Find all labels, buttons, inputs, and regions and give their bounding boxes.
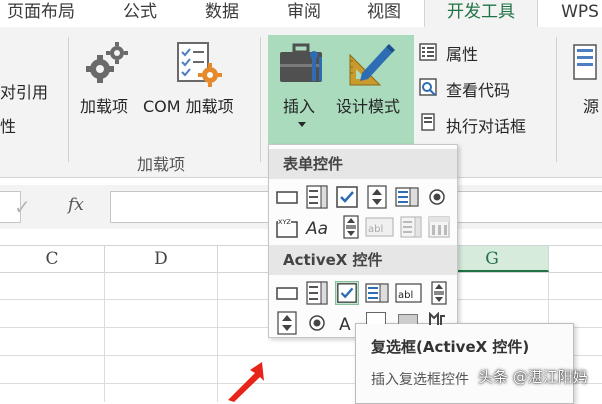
group-separator — [260, 37, 261, 162]
view-code-icon[interactable] — [419, 78, 437, 96]
design-mode-label[interactable]: 设计模式 — [336, 93, 400, 117]
tab-developer[interactable]: 开发工具 — [424, 0, 538, 28]
toolbox-icon — [280, 43, 322, 82]
activex-command-button-icon[interactable] — [275, 281, 299, 305]
activex-image-icon[interactable] — [366, 312, 386, 324]
addins-button[interactable] — [84, 41, 128, 85]
tooltip-description: 插入复选框控件 — [371, 372, 469, 388]
form-scroll-bar-icon[interactable] — [339, 215, 363, 239]
group-separator — [68, 37, 69, 162]
activex-checkbox-icon[interactable] — [335, 281, 359, 305]
activex-text-box-icon[interactable]: abl — [395, 281, 423, 305]
gears-icon — [86, 42, 128, 83]
form-spin-button-icon[interactable] — [365, 185, 389, 209]
ribbon-tab-bar: 页面布局 公式 数据 审阅 视图 开发工具 WPS — [0, 0, 602, 28]
chevron-down-icon[interactable] — [298, 122, 306, 127]
design-mode-button[interactable] — [348, 41, 396, 87]
insert-controls-button[interactable] — [278, 43, 328, 87]
enter-check-icon[interactable]: ✓ — [14, 195, 31, 219]
properties-icon[interactable] — [419, 43, 437, 61]
tab-view[interactable]: 视图 — [352, 0, 416, 27]
ruler-pencil-icon — [349, 44, 395, 86]
group-separator — [556, 37, 557, 162]
addins-label[interactable]: 加载项 — [80, 93, 128, 117]
com-addins-label[interactable]: COM 加载项 — [143, 93, 234, 117]
run-dialog-icon[interactable] — [419, 113, 437, 131]
svg-text:Aa: Aa — [305, 219, 328, 239]
form-option-button-icon[interactable] — [425, 185, 449, 209]
tooltip-title: 复选框(ActiveX 控件) — [371, 338, 530, 356]
form-list-box-icon[interactable] — [395, 185, 419, 209]
tab-wps[interactable]: WPS — [552, 0, 602, 27]
tab-data[interactable]: 数据 — [190, 0, 254, 27]
tab-review[interactable]: 审阅 — [272, 0, 336, 27]
red-arrow-annotation — [228, 362, 264, 402]
column-header-d[interactable]: D — [105, 246, 218, 272]
fx-icon[interactable]: fx — [68, 195, 84, 215]
view-code-label[interactable]: 查看代码 — [446, 77, 510, 101]
form-combo-drop-edit-icon — [427, 215, 451, 239]
form-combo-list-edit-icon — [399, 215, 423, 239]
checklist-gear-icon — [177, 42, 222, 87]
svg-text:abl: abl — [368, 224, 383, 235]
svg-text:A: A — [339, 315, 351, 335]
form-button-icon[interactable] — [275, 185, 299, 209]
macro-security-partial[interactable]: 性 — [0, 113, 16, 137]
properties-label[interactable]: 属性 — [446, 41, 478, 65]
form-label-icon[interactable]: Aa — [305, 215, 335, 239]
form-controls-header: 表单控件 — [269, 149, 457, 179]
activex-controls-header: ActiveX 控件 — [269, 245, 457, 275]
activex-option-button-icon[interactable] — [305, 311, 329, 335]
column-header-c[interactable]: C — [0, 246, 105, 272]
form-checkbox-icon[interactable] — [335, 185, 359, 209]
checkbox-tooltip: 复选框(ActiveX 控件) 插入复选框控件 — [355, 323, 574, 404]
source-label-partial[interactable]: 源 — [583, 93, 599, 117]
addins-group-label: 加载项 — [137, 155, 186, 174]
insert-controls-dropdown: 表单控件 XYZ Aa abl ActiveX 控件 abl A — [268, 144, 458, 338]
activex-scroll-bar-icon[interactable] — [427, 281, 451, 305]
com-addins-button[interactable] — [176, 41, 222, 87]
svg-text:XYZ: XYZ — [278, 218, 291, 226]
svg-text:abl: abl — [398, 290, 413, 301]
activex-spin-button-icon[interactable] — [275, 311, 299, 335]
activex-list-box-icon[interactable] — [365, 281, 389, 305]
form-group-box-icon[interactable]: XYZ — [275, 215, 299, 239]
relative-reference-partial[interactable]: 对引用 — [0, 79, 48, 103]
activex-combo-box-icon[interactable] — [305, 281, 329, 305]
activex-toggle-button-icon[interactable] — [398, 314, 418, 324]
source-icon[interactable] — [572, 43, 598, 81]
form-text-field-icon: abl — [365, 215, 395, 239]
run-dialog-label[interactable]: 执行对话框 — [446, 113, 526, 137]
form-combo-box-icon[interactable] — [305, 185, 329, 209]
tab-page-layout[interactable]: 页面布局 — [0, 0, 82, 27]
activex-more-controls-icon[interactable] — [428, 310, 446, 325]
tab-formulas[interactable]: 公式 — [108, 0, 172, 27]
watermark-text: 头条 @湛江阳妈 — [478, 368, 588, 386]
insert-label[interactable]: 插入 — [283, 93, 315, 117]
